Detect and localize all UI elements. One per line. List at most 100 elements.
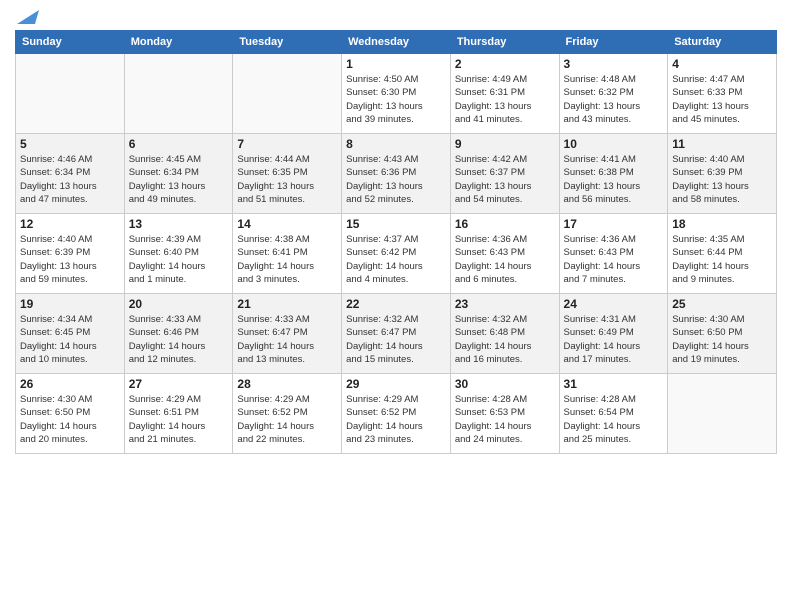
calendar-cell: 22 Sunrise: 4:32 AMSunset: 6:47 PMDayligh… (342, 294, 451, 374)
calendar-cell: 9 Sunrise: 4:42 AMSunset: 6:37 PMDaylight… (450, 134, 559, 214)
day-info: Sunrise: 4:47 AMSunset: 6:33 PMDaylight:… (672, 73, 772, 126)
day-number: 20 (129, 297, 229, 311)
week-row-4: 19 Sunrise: 4:34 AMSunset: 6:45 PMDayligh… (16, 294, 777, 374)
calendar-cell: 25Sunrise: 4:30 AMSunset: 6:50 PMDayligh… (668, 294, 777, 374)
day-info: Sunrise: 4:48 AMSunset: 6:32 PMDaylight:… (564, 73, 664, 126)
day-info: Sunrise: 4:40 AMSunset: 6:39 PMDaylight:… (672, 153, 772, 206)
day-number: 26 (20, 377, 120, 391)
day-number: 4 (672, 57, 772, 71)
calendar-cell: 4 Sunrise: 4:47 AMSunset: 6:33 PMDaylight… (668, 54, 777, 134)
day-info: Sunrise: 4:30 AMSunset: 6:50 PMDaylight:… (20, 393, 120, 446)
calendar-table: SundayMondayTuesdayWednesdayThursdayFrid… (15, 30, 777, 454)
calendar-cell: 5 Sunrise: 4:46 AMSunset: 6:34 PMDaylight… (16, 134, 125, 214)
weekday-header-row: SundayMondayTuesdayWednesdayThursdayFrid… (16, 31, 777, 54)
day-info: Sunrise: 4:49 AMSunset: 6:31 PMDaylight:… (455, 73, 555, 126)
day-number: 10 (564, 137, 664, 151)
weekday-header-thursday: Thursday (450, 31, 559, 54)
calendar-cell (668, 374, 777, 454)
calendar-cell: 11 Sunrise: 4:40 AMSunset: 6:39 PMDayligh… (668, 134, 777, 214)
day-info: Sunrise: 4:38 AMSunset: 6:41 PMDaylight:… (237, 233, 337, 286)
day-number: 13 (129, 217, 229, 231)
day-info: Sunrise: 4:46 AMSunset: 6:34 PMDaylight:… (20, 153, 120, 206)
calendar-cell: 24Sunrise: 4:31 AMSunset: 6:49 PMDayligh… (559, 294, 668, 374)
header (15, 10, 777, 22)
day-number: 1 (346, 57, 446, 71)
day-number: 16 (455, 217, 555, 231)
weekday-header-sunday: Sunday (16, 31, 125, 54)
day-info: Sunrise: 4:29 AMSunset: 6:52 PMDaylight:… (346, 393, 446, 446)
weekday-header-friday: Friday (559, 31, 668, 54)
calendar-cell: 19 Sunrise: 4:34 AMSunset: 6:45 PMDayligh… (16, 294, 125, 374)
day-info: Sunrise: 4:30 AMSunset: 6:50 PMDaylight:… (672, 313, 772, 366)
calendar-cell (124, 54, 233, 134)
day-number: 3 (564, 57, 664, 71)
calendar-cell: 3 Sunrise: 4:48 AMSunset: 6:32 PMDaylight… (559, 54, 668, 134)
calendar-cell: 30 Sunrise: 4:28 AMSunset: 6:53 PMDayligh… (450, 374, 559, 454)
day-info: Sunrise: 4:36 AMSunset: 6:43 PMDaylight:… (564, 233, 664, 286)
day-number: 19 (20, 297, 120, 311)
calendar-cell: 28 Sunrise: 4:29 AMSunset: 6:52 PMDayligh… (233, 374, 342, 454)
calendar-cell: 10Sunrise: 4:41 AMSunset: 6:38 PMDayligh… (559, 134, 668, 214)
calendar-cell: 20Sunrise: 4:33 AMSunset: 6:46 PMDayligh… (124, 294, 233, 374)
day-info: Sunrise: 4:29 AMSunset: 6:51 PMDaylight:… (129, 393, 229, 446)
day-number: 2 (455, 57, 555, 71)
calendar-cell: 16 Sunrise: 4:36 AMSunset: 6:43 PMDayligh… (450, 214, 559, 294)
day-info: Sunrise: 4:45 AMSunset: 6:34 PMDaylight:… (129, 153, 229, 206)
day-number: 21 (237, 297, 337, 311)
week-row-2: 5 Sunrise: 4:46 AMSunset: 6:34 PMDaylight… (16, 134, 777, 214)
day-info: Sunrise: 4:28 AMSunset: 6:53 PMDaylight:… (455, 393, 555, 446)
day-number: 28 (237, 377, 337, 391)
day-number: 9 (455, 137, 555, 151)
week-row-1: 1 Sunrise: 4:50 AMSunset: 6:30 PMDaylight… (16, 54, 777, 134)
calendar-cell: 29Sunrise: 4:29 AMSunset: 6:52 PMDayligh… (342, 374, 451, 454)
calendar-page: SundayMondayTuesdayWednesdayThursdayFrid… (0, 0, 792, 612)
calendar-cell: 18Sunrise: 4:35 AMSunset: 6:44 PMDayligh… (668, 214, 777, 294)
calendar-cell (16, 54, 125, 134)
day-info: Sunrise: 4:40 AMSunset: 6:39 PMDaylight:… (20, 233, 120, 286)
day-info: Sunrise: 4:34 AMSunset: 6:45 PMDaylight:… (20, 313, 120, 366)
logo-bird-icon (17, 6, 39, 24)
day-info: Sunrise: 4:29 AMSunset: 6:52 PMDaylight:… (237, 393, 337, 446)
week-row-3: 12 Sunrise: 4:40 AMSunset: 6:39 PMDayligh… (16, 214, 777, 294)
calendar-cell: 17 Sunrise: 4:36 AMSunset: 6:43 PMDayligh… (559, 214, 668, 294)
weekday-header-wednesday: Wednesday (342, 31, 451, 54)
day-number: 30 (455, 377, 555, 391)
calendar-cell: 6 Sunrise: 4:45 AMSunset: 6:34 PMDaylight… (124, 134, 233, 214)
week-row-5: 26 Sunrise: 4:30 AMSunset: 6:50 PMDayligh… (16, 374, 777, 454)
calendar-cell (233, 54, 342, 134)
day-info: Sunrise: 4:33 AMSunset: 6:47 PMDaylight:… (237, 313, 337, 366)
day-number: 7 (237, 137, 337, 151)
calendar-cell: 15 Sunrise: 4:37 AMSunset: 6:42 PMDayligh… (342, 214, 451, 294)
weekday-header-tuesday: Tuesday (233, 31, 342, 54)
calendar-cell: 7Sunrise: 4:44 AMSunset: 6:35 PMDaylight… (233, 134, 342, 214)
day-info: Sunrise: 4:32 AMSunset: 6:47 PMDaylight:… (346, 313, 446, 366)
day-info: Sunrise: 4:42 AMSunset: 6:37 PMDaylight:… (455, 153, 555, 206)
calendar-cell: 13 Sunrise: 4:39 AMSunset: 6:40 PMDayligh… (124, 214, 233, 294)
day-info: Sunrise: 4:32 AMSunset: 6:48 PMDaylight:… (455, 313, 555, 366)
calendar-cell: 26 Sunrise: 4:30 AMSunset: 6:50 PMDayligh… (16, 374, 125, 454)
day-number: 11 (672, 137, 772, 151)
day-number: 18 (672, 217, 772, 231)
day-number: 14 (237, 217, 337, 231)
calendar-cell: 27 Sunrise: 4:29 AMSunset: 6:51 PMDayligh… (124, 374, 233, 454)
day-number: 5 (20, 137, 120, 151)
day-number: 12 (20, 217, 120, 231)
day-info: Sunrise: 4:31 AMSunset: 6:49 PMDaylight:… (564, 313, 664, 366)
day-info: Sunrise: 4:28 AMSunset: 6:54 PMDaylight:… (564, 393, 664, 446)
calendar-cell: 2 Sunrise: 4:49 AMSunset: 6:31 PMDaylight… (450, 54, 559, 134)
day-info: Sunrise: 4:37 AMSunset: 6:42 PMDaylight:… (346, 233, 446, 286)
day-number: 27 (129, 377, 229, 391)
day-info: Sunrise: 4:39 AMSunset: 6:40 PMDaylight:… (129, 233, 229, 286)
weekday-header-monday: Monday (124, 31, 233, 54)
day-info: Sunrise: 4:43 AMSunset: 6:36 PMDaylight:… (346, 153, 446, 206)
day-info: Sunrise: 4:36 AMSunset: 6:43 PMDaylight:… (455, 233, 555, 286)
calendar-cell: 23Sunrise: 4:32 AMSunset: 6:48 PMDayligh… (450, 294, 559, 374)
calendar-cell: 21 Sunrise: 4:33 AMSunset: 6:47 PMDayligh… (233, 294, 342, 374)
day-number: 22 (346, 297, 446, 311)
day-number: 6 (129, 137, 229, 151)
calendar-cell: 14 Sunrise: 4:38 AMSunset: 6:41 PMDayligh… (233, 214, 342, 294)
day-number: 17 (564, 217, 664, 231)
logo (15, 10, 39, 22)
day-number: 15 (346, 217, 446, 231)
day-info: Sunrise: 4:50 AMSunset: 6:30 PMDaylight:… (346, 73, 446, 126)
